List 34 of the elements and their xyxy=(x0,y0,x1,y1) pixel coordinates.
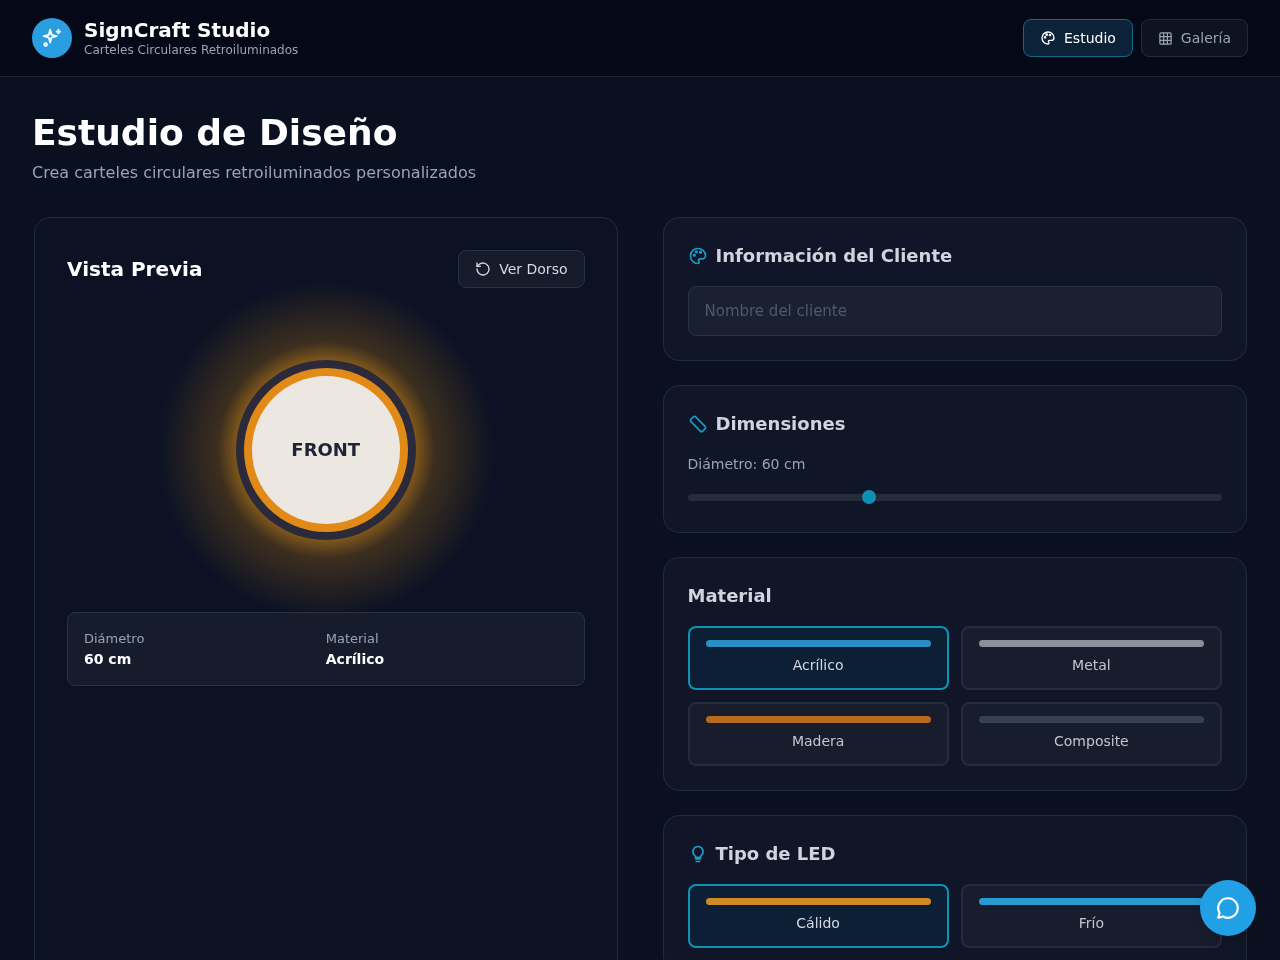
section-title: Dimensiones xyxy=(715,412,846,436)
option-card[interactable]: Frío xyxy=(960,884,1222,948)
option-card[interactable]: Madera xyxy=(687,702,949,766)
option-card[interactable]: Metal xyxy=(960,626,1222,690)
page-title: Estudio de Diseño xyxy=(32,113,399,153)
section-title: Información del Cliente xyxy=(715,244,953,268)
diameter-reading: Diámetro: 60 cm xyxy=(687,455,807,474)
option-card[interactable]: Acrílico xyxy=(687,626,949,690)
section-title: Tipo de LED xyxy=(715,842,836,866)
sign-text: FRONT xyxy=(291,438,361,462)
ruler-icon xyxy=(687,414,708,434)
logo-icon xyxy=(32,18,72,58)
spec-label: Material xyxy=(325,630,380,648)
page-subtitle: Crea carteles circulares retroiluminados personalizados xyxy=(32,162,478,184)
option-card[interactable]: Cálido xyxy=(687,884,949,948)
preview-title: Vista Previa xyxy=(67,256,203,283)
brand-tagline: Carteles Circulares Retroiluminados xyxy=(84,42,299,58)
spec-value: 60 cm xyxy=(84,649,133,669)
diameter-slider[interactable] xyxy=(687,490,1222,504)
slider-thumb[interactable] xyxy=(862,490,877,504)
nav-tab[interactable]: Galería xyxy=(1140,19,1248,57)
option-card[interactable]: Composite xyxy=(960,702,1222,766)
grid-icon xyxy=(1157,30,1173,46)
brand-name: SignCraft Studio xyxy=(84,18,272,42)
spec-value: Acrílico xyxy=(325,649,386,669)
nav-tab[interactable]: Estudio xyxy=(1023,19,1133,57)
spec-label: Diámetro xyxy=(84,630,146,648)
client-name-field[interactable]: Nombre del cliente xyxy=(687,286,1222,336)
rotate-icon xyxy=(475,261,492,277)
section-title: Material xyxy=(687,584,773,608)
flip-button[interactable]: Ver Dorso xyxy=(458,250,585,288)
chat-icon xyxy=(1215,895,1241,921)
palette-icon xyxy=(1040,30,1056,46)
palette-icon xyxy=(687,246,708,266)
